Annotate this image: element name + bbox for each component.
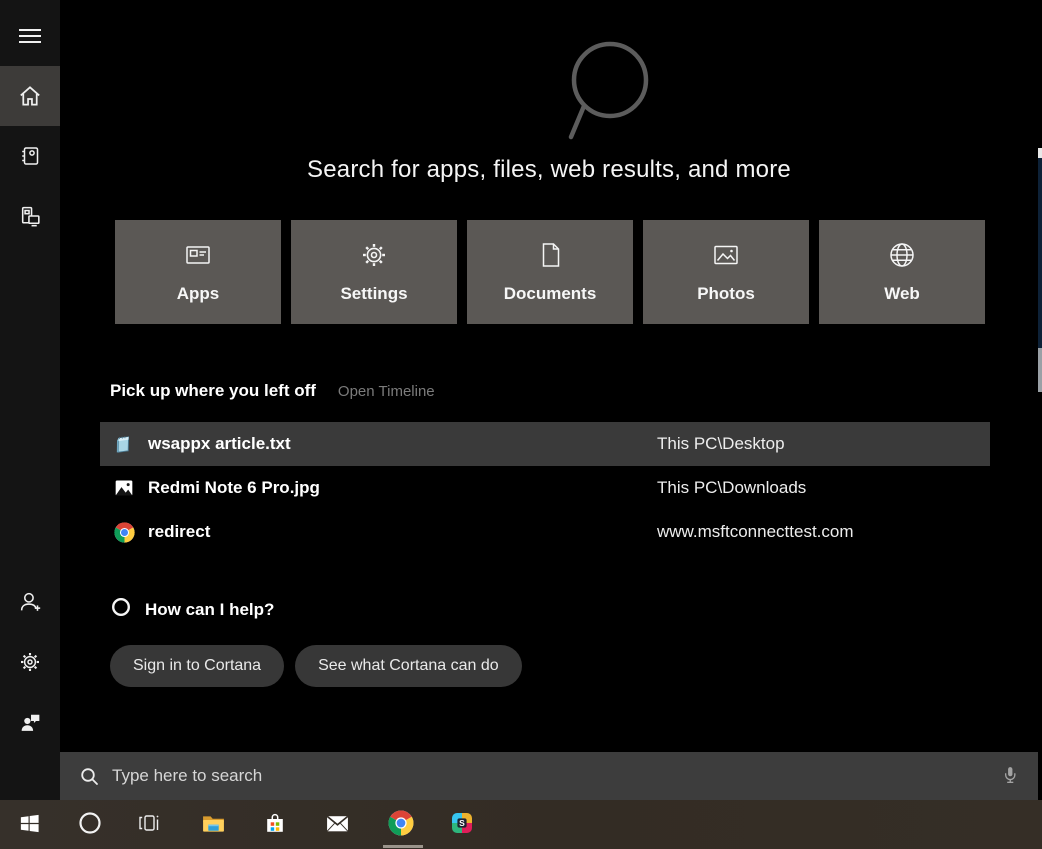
sidebar-item-journal[interactable] (0, 132, 60, 180)
search-icon (555, 36, 665, 151)
search-prompt: Search for apps, files, web results, and… (60, 156, 1038, 184)
gear-icon (18, 650, 42, 674)
sidebar-item-menu[interactable] (0, 12, 60, 60)
search-home-panel (60, 0, 1038, 752)
desktop-edge-highlight (1038, 148, 1042, 158)
person-add-icon (18, 590, 43, 615)
tile-apps[interactable]: Apps (115, 220, 281, 324)
gear-icon (359, 240, 389, 273)
sidebar-item-settings[interactable] (0, 638, 60, 686)
folder-icon (201, 811, 226, 839)
home-icon (17, 83, 43, 109)
tile-label: Web (884, 284, 920, 304)
result-row[interactable]: wsappx article.txt This PC\Desktop (100, 422, 990, 466)
task-view-icon (137, 811, 161, 838)
desktop-edge-scroll (1038, 348, 1042, 392)
cortana-ring-icon (110, 596, 132, 623)
tile-label: Apps (177, 284, 220, 304)
microphone-button[interactable] (996, 761, 1024, 792)
globe-icon (887, 240, 917, 273)
microsoft-store-button[interactable] (252, 800, 298, 849)
hamburger-icon (18, 24, 42, 48)
mail-button[interactable] (314, 800, 360, 849)
sidebar-item-devices[interactable] (0, 192, 60, 240)
tile-label: Documents (504, 284, 597, 304)
journal-icon (18, 144, 42, 168)
see-what-cortana-can-do-button[interactable]: See what Cortana can do (295, 645, 522, 687)
recent-results-list: wsappx article.txt This PC\Desktop Redmi… (100, 422, 990, 554)
task-view-button[interactable] (126, 800, 172, 849)
sidebar (0, 0, 60, 800)
cortana-section: How can I help? (110, 596, 274, 623)
sidebar-item-feedback[interactable] (0, 698, 60, 746)
cortana-buttons: Sign in to Cortana See what Cortana can … (110, 645, 522, 687)
tile-label: Settings (340, 284, 407, 304)
tile-documents[interactable]: Documents (467, 220, 633, 324)
tile-photos[interactable]: Photos (643, 220, 809, 324)
timeline-header: Pick up where you left off Open Timeline (110, 381, 435, 401)
taskbar: S (0, 800, 1042, 849)
devices-icon (18, 204, 43, 229)
photo-icon (711, 240, 741, 273)
result-name: wsappx article.txt (148, 434, 653, 454)
result-location: This PC\Desktop (657, 434, 785, 454)
search-input[interactable] (110, 765, 996, 787)
chrome-running-indicator (383, 845, 423, 848)
file-explorer-button[interactable] (190, 800, 236, 849)
result-location: www.msftconnecttest.com (657, 522, 854, 542)
chrome-icon (388, 810, 414, 839)
feedback-icon (18, 710, 43, 735)
start-button[interactable] (6, 800, 52, 849)
sidebar-item-home[interactable] (0, 66, 60, 126)
desktop-edge (1038, 158, 1042, 348)
chrome-taskbar-button[interactable] (378, 800, 424, 849)
search-icon (79, 766, 100, 787)
tile-settings[interactable]: Settings (291, 220, 457, 324)
store-bag-icon (263, 811, 287, 838)
result-name: redirect (148, 522, 653, 542)
cortana-heading: How can I help? (145, 600, 274, 620)
windows-search-flyout: Search for apps, files, web results, and… (0, 0, 1042, 849)
chrome-icon (112, 520, 136, 544)
sidebar-item-sign-in[interactable] (0, 578, 60, 626)
document-icon (535, 240, 565, 273)
tile-label: Photos (697, 284, 755, 304)
timeline-heading: Pick up where you left off (110, 381, 316, 401)
microphone-icon (1000, 765, 1020, 788)
windows-logo-icon (18, 812, 41, 838)
open-timeline-link[interactable]: Open Timeline (338, 383, 435, 400)
cortana-taskbar-button[interactable] (67, 800, 113, 849)
mail-envelope-icon (325, 811, 350, 839)
svg-text:S: S (459, 818, 465, 828)
notepad-file-icon (112, 432, 136, 456)
result-row[interactable]: redirect www.msftconnecttest.com (100, 510, 990, 554)
result-location: This PC\Downloads (657, 478, 806, 498)
search-bar[interactable] (60, 752, 1038, 800)
cortana-circle-icon (78, 811, 102, 838)
slack-icon: S (450, 811, 474, 838)
slack-button[interactable]: S (439, 800, 485, 849)
tile-web[interactable]: Web (819, 220, 985, 324)
sign-in-to-cortana-button[interactable]: Sign in to Cortana (110, 645, 284, 687)
result-row[interactable]: Redmi Note 6 Pro.jpg This PC\Downloads (100, 466, 990, 510)
apps-icon (183, 240, 213, 273)
result-name: Redmi Note 6 Pro.jpg (148, 478, 653, 498)
image-file-icon (112, 476, 136, 500)
category-tiles: Apps Settings Documents Photos Web (115, 220, 985, 324)
